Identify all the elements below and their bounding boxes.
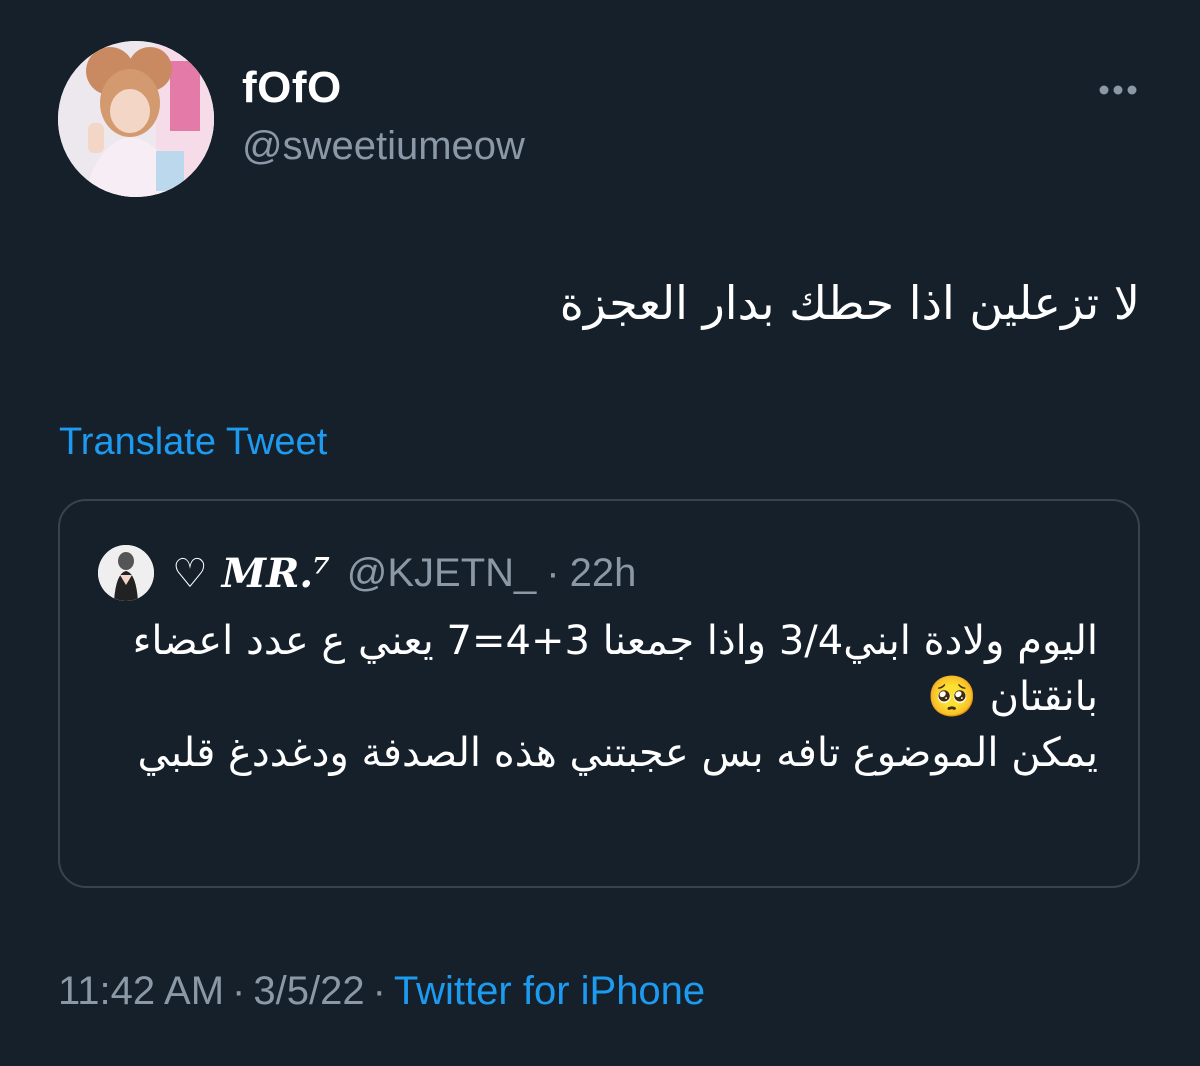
author-avatar[interactable] [58, 41, 214, 197]
quoted-tweet-header: ♡ 𝑴𝑹.⁷ @KJETN_ · 22h [172, 545, 636, 601]
profile-photo-icon [98, 545, 154, 601]
header-separator: · [546, 550, 560, 595]
tweet-metadata: 11:42 AM · 3/5/22 · Twitter for iPhone [58, 966, 705, 1016]
tweet-source-link[interactable]: Twitter for iPhone [394, 969, 705, 1013]
tweet-date[interactable]: 3/5/22 [253, 969, 364, 1013]
author-display-name[interactable]: fOfO [242, 62, 342, 114]
quoted-tweet-card[interactable]: ♡ 𝑴𝑹.⁷ @KJETN_ · 22h اليوم ولادة ابني3/4… [58, 499, 1140, 888]
author-handle[interactable]: @sweetiumeow [242, 122, 525, 170]
quoted-author-avatar[interactable] [98, 545, 154, 601]
quoted-author-handle[interactable]: @KJETN_ [347, 551, 537, 596]
translate-tweet-link[interactable]: Translate Tweet [59, 418, 327, 466]
meta-separator: · [232, 969, 246, 1013]
quoted-tweet-text: اليوم ولادة ابني3/4 واذا جمعنا 3+4=7 يعن… [132, 618, 1098, 776]
tweet-text: لا تزعلين اذا حطك بدار العجزة [559, 276, 1140, 330]
quoted-author-name[interactable]: ♡ 𝑴𝑹.⁷ [172, 550, 331, 597]
more-horizontal-icon [1099, 85, 1137, 95]
profile-photo-icon [58, 41, 214, 197]
more-options-button[interactable] [1086, 70, 1150, 110]
meta-separator: · [372, 969, 386, 1013]
quoted-tweet-time[interactable]: 22h [570, 551, 637, 596]
tweet-time[interactable]: 11:42 AM [58, 969, 224, 1013]
